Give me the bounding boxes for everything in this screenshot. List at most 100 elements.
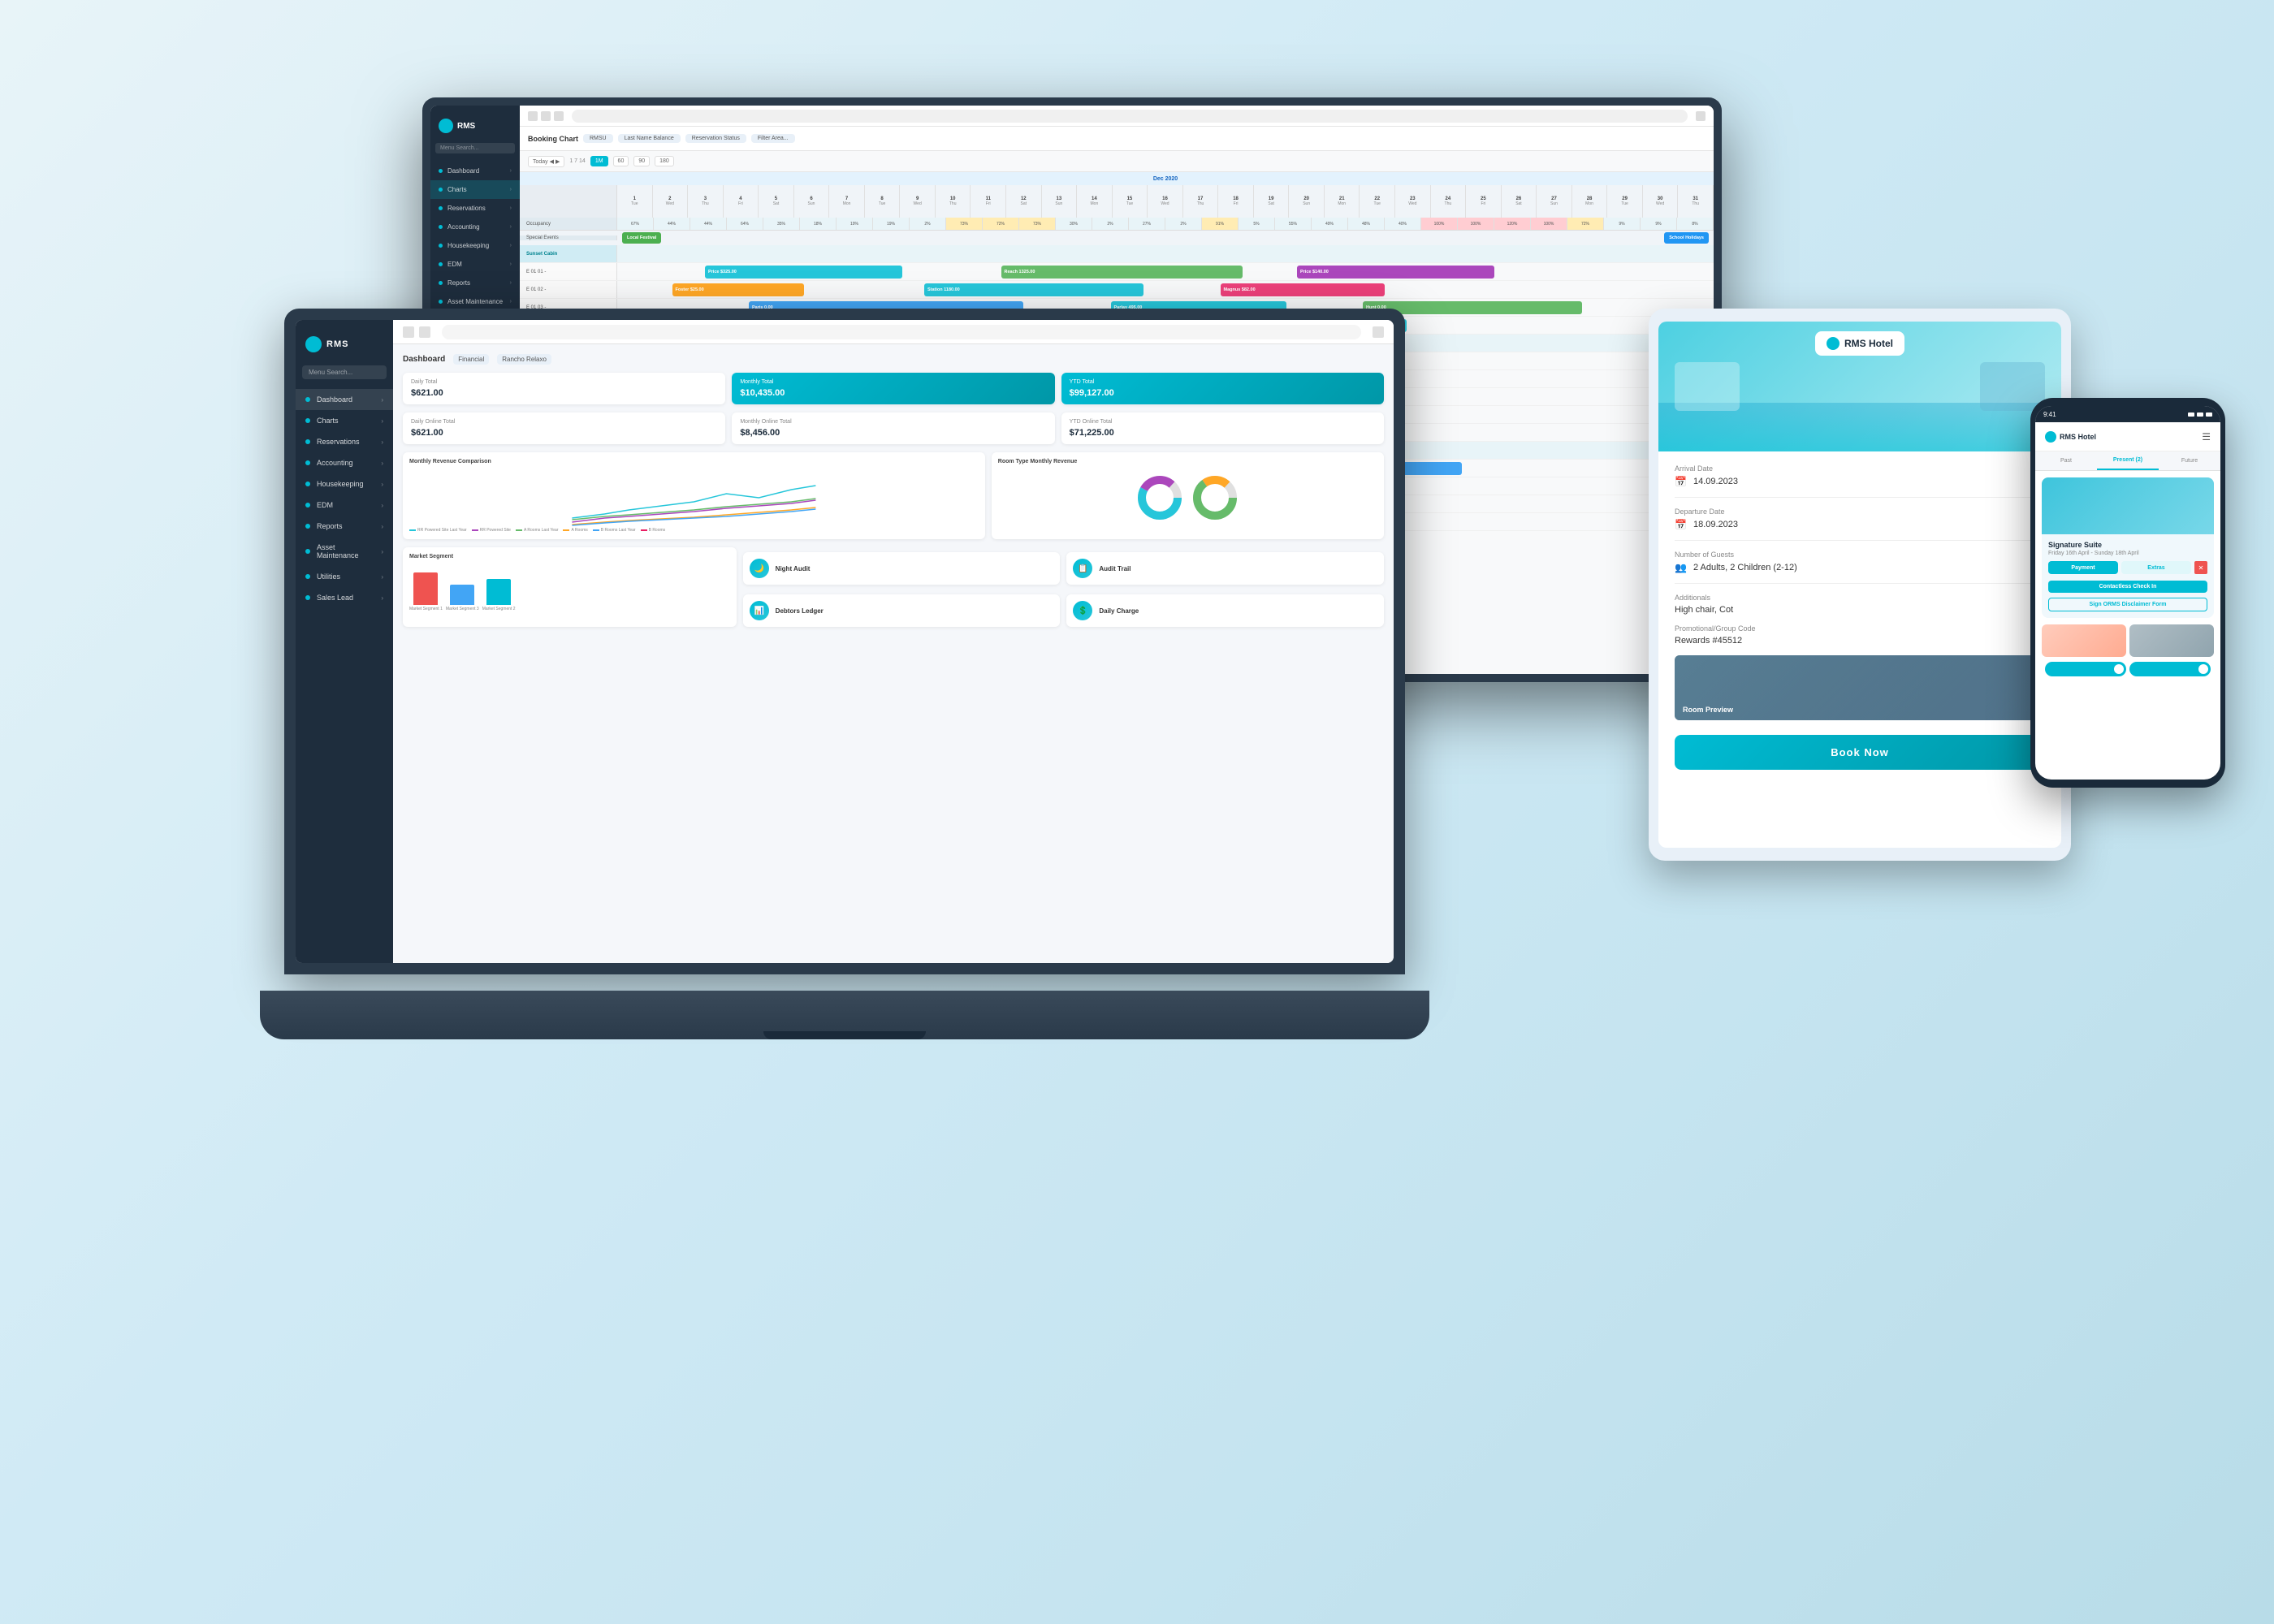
lp-sidebar-item-reservations[interactable]: Reservations › <box>296 431 393 452</box>
event-school-holidays: School Holidays <box>1664 232 1709 244</box>
sidebar-item-housekeeping[interactable]: Housekeeping › <box>430 236 520 255</box>
room-name: Signature Suite <box>2048 541 2207 549</box>
occupancy-cell-0: 67% <box>617 218 654 230</box>
occupancy-cell-28: 9% <box>1641 218 1677 230</box>
toggle-2[interactable] <box>2129 662 2211 676</box>
sidebar-item-edm[interactable]: EDM › <box>430 255 520 274</box>
person-cards <box>2042 624 2214 657</box>
tablet-bezel: RMS Hotel Arrival Date 📅 14.09.2023 <box>1649 309 2071 861</box>
audit-trail-label: Audit Trail <box>1099 565 1131 572</box>
bar-2 <box>450 585 474 605</box>
audit-trail-button[interactable]: 📋 Audit Trail <box>1066 552 1384 585</box>
month-view-btn[interactable]: 1M <box>590 156 608 166</box>
lp-sidebar-item-edm[interactable]: EDM › <box>296 495 393 516</box>
nav-label-reservations: Reservations <box>447 205 486 212</box>
financial-filter[interactable]: Financial <box>453 354 489 365</box>
daily-online-card: Daily Online Total $621.00 <box>403 412 725 444</box>
nav-arrow: › <box>510 280 512 286</box>
lp-sidebar-item-reports[interactable]: Reports › <box>296 516 393 537</box>
book-now-button[interactable]: Book Now <box>1675 735 2045 770</box>
hotel-image: RMS Hotel <box>1658 322 2061 451</box>
date-cell-14: 14Mon <box>1077 185 1113 218</box>
date-cell-24: 24Thu <box>1431 185 1467 218</box>
six-month-btn[interactable]: 180 <box>655 156 674 166</box>
tab-future[interactable]: Future <box>2159 451 2220 470</box>
today-btn[interactable]: Today ◀ ▶ <box>528 156 564 167</box>
lp-sidebar-item-charts[interactable]: Charts › <box>296 410 393 431</box>
close-button[interactable]: ✕ <box>2194 561 2207 574</box>
guests-value: 👥 2 Adults, 2 Children (2-12) <box>1675 562 2045 573</box>
lp-sidebar-item-asset[interactable]: Asset Maintenance › <box>296 537 393 566</box>
monthly-online-value: $8,456.00 <box>740 428 1046 438</box>
property-filter[interactable]: RMSU <box>583 134 613 143</box>
hamburger-icon[interactable]: ☰ <box>2202 431 2211 443</box>
booking-chart-title: Booking Chart <box>528 135 578 143</box>
sidebar-item-dashboard[interactable]: Dashboard › <box>430 162 520 180</box>
search-text: Menu Search... <box>309 369 352 376</box>
lp-sidebar-item-dashboard[interactable]: Dashboard › <box>296 389 393 410</box>
lp-sidebar-item-sales-lead[interactable]: Sales Lead › <box>296 587 393 608</box>
nav-arrow: › <box>381 523 383 530</box>
nav-dot <box>305 503 310 508</box>
booking-bar[interactable]: Station 1180.00 <box>924 283 1143 296</box>
bar-label-2: Market Segment 3 <box>446 607 479 611</box>
booking-bar[interactable]: Foster $25.00 <box>672 283 804 296</box>
three-month-btn[interactable]: 90 <box>633 156 650 166</box>
departure-field: Departure Date 📅 18.09.2023 <box>1675 508 2045 530</box>
payment-button[interactable]: Payment <box>2048 561 2118 574</box>
laptop-menu-search[interactable]: Menu Search... <box>302 365 387 379</box>
line-chart-area <box>409 469 979 526</box>
arrival-field: Arrival Date 📅 14.09.2023 <box>1675 464 2045 487</box>
reservation-search-input[interactable] <box>442 325 1361 339</box>
mobile-device: 9:41 RMS Hotel ☰ Past <box>2030 398 2225 788</box>
tab-present[interactable]: Present (2) <box>2097 451 2159 470</box>
toggle-1[interactable] <box>2045 662 2126 676</box>
departure-label: Departure Date <box>1675 508 2045 516</box>
room-cells: Price $325.00 Reach 1325.00 Price $140.0… <box>617 263 1714 280</box>
property-selector[interactable]: Rancho Relaxo <box>497 354 551 365</box>
dashboard-content: Dashboard Financial Rancho Relaxo Daily … <box>393 344 1394 963</box>
debtors-ledger-button[interactable]: 📊 Debtors Ledger <box>743 594 1061 627</box>
occupancy-cells: 67%44%44%64%35%18%19%19%2%73%72%73%30%2%… <box>617 218 1714 230</box>
lp-sidebar-item-housekeeping[interactable]: Housekeeping › <box>296 473 393 495</box>
booking-bar[interactable]: Price $325.00 <box>705 266 902 279</box>
reservation-search[interactable] <box>572 110 1688 123</box>
night-audit-label: Night Audit <box>776 565 811 572</box>
legend-item: RR Powered Site <box>472 528 511 533</box>
booking-bar[interactable]: Reach 1325.00 <box>1001 266 1243 279</box>
night-audit-button[interactable]: 🌙 Night Audit <box>743 552 1061 585</box>
guests-field: Number of Guests 👥 2 Adults, 2 Children … <box>1675 551 2045 573</box>
booking-bar[interactable]: Magnus $82.00 <box>1221 283 1386 296</box>
monitor-menu-search[interactable]: Menu Search... <box>435 143 515 153</box>
nav-dot <box>305 595 310 600</box>
laptop-device: RMS Menu Search... Dashboard › Charts › <box>284 309 1421 1039</box>
sidebar-item-charts[interactable]: Charts › <box>430 180 520 199</box>
tab-past[interactable]: Past <box>2035 451 2097 470</box>
monitor-logo: RMS <box>430 114 520 143</box>
daily-charge-button[interactable]: 💲 Daily Charge <box>1066 594 1384 627</box>
sidebar-item-reports[interactable]: Reports › <box>430 274 520 292</box>
two-month-btn[interactable]: 60 <box>613 156 629 166</box>
extras-button[interactable]: Extras <box>2121 561 2191 574</box>
lp-sidebar-item-accounting[interactable]: Accounting › <box>296 452 393 473</box>
booking-bar[interactable]: Price $140.00 <box>1297 266 1494 279</box>
checkin-button[interactable]: Contactless Check In <box>2048 581 2207 593</box>
nav-arrow: › <box>510 243 512 248</box>
menu-search-placeholder: Menu Search... <box>440 145 478 151</box>
sidebar-item-accounting[interactable]: Accounting › <box>430 218 520 236</box>
lastname-filter[interactable]: Last Name Balance <box>618 134 681 143</box>
status-filter[interactable]: Reservation Status <box>685 134 746 143</box>
legend-item: RR Powered Site Last Year <box>409 528 467 533</box>
filter-area[interactable]: Filter Area... <box>751 134 795 143</box>
mobile-tab-bar: Past Present (2) Future <box>2035 451 2220 471</box>
mobile-header: RMS Hotel ☰ <box>2035 422 2220 451</box>
arrival-date: 14.09.2023 <box>1693 477 1738 486</box>
daily-total-value: $621.00 <box>411 388 717 398</box>
sidebar-item-reservations[interactable]: Reservations › <box>430 199 520 218</box>
event-local-festival: Local Festival <box>622 232 661 244</box>
lp-sidebar-item-utilities[interactable]: Utilities › <box>296 566 393 587</box>
booking-chart-header: Booking Chart RMSU Last Name Balance Res… <box>520 127 1714 151</box>
date-cell-4: 4Fri <box>724 185 759 218</box>
disclaimer-button[interactable]: Sign ORMS Disclaimer Form <box>2048 598 2207 611</box>
nav-arrow: › <box>510 168 512 174</box>
